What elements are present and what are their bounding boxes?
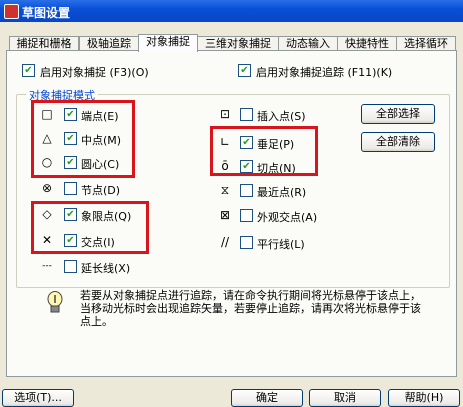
apparent-intersection-checkbox[interactable] [240, 209, 253, 222]
tab-strip: 捕捉和栅格 极轴追踪 对象捕捉 三维对象捕捉 动态输入 快捷特性 选择循环 [0, 28, 463, 52]
highlight-box-left-top [31, 100, 135, 178]
parallel-icon: // [220, 235, 230, 249]
ok-button[interactable]: 确定 [231, 389, 303, 407]
node-icon: ⊗ [41, 181, 53, 195]
title-bar: 草图设置 [0, 0, 463, 22]
tab-selection-cycling[interactable]: 选择循环 [396, 36, 456, 51]
tab-3d-object-snap[interactable]: 三维对象捕捉 [197, 36, 279, 51]
snap-on-checkbox[interactable]: ✔ [22, 64, 35, 77]
highlight-box-right [210, 126, 318, 176]
nearest-checkbox[interactable] [240, 184, 253, 197]
insertion-label: 插入点(S) [257, 110, 306, 123]
select-all-button[interactable]: 全部选择 [361, 104, 435, 124]
insertion-icon: ⊡ [219, 107, 231, 121]
extension-icon: --- [42, 261, 52, 271]
tracking-on-checkbox[interactable]: ✔ [238, 64, 251, 77]
tab-polar-tracking[interactable]: 极轴追踪 [79, 36, 139, 51]
parallel-label: 平行线(L) [257, 238, 305, 251]
cancel-button[interactable]: 取消 [309, 389, 381, 407]
tab-dynamic-input[interactable]: 动态输入 [278, 36, 338, 51]
node-label: 节点(D) [81, 184, 121, 197]
apparent-intersection-icon: ⊠ [219, 208, 231, 222]
nearest-icon: ⧖ [220, 183, 230, 197]
node-checkbox[interactable] [64, 182, 77, 195]
tab-object-snap[interactable]: 对象捕捉 [138, 34, 198, 52]
tab-snap-grid[interactable]: 捕捉和栅格 [9, 36, 79, 51]
lightbulb-icon [46, 291, 64, 315]
nearest-label: 最近点(R) [257, 186, 307, 199]
extension-checkbox[interactable] [64, 260, 77, 273]
insertion-checkbox[interactable] [240, 108, 253, 121]
snap-on-label: 启用对象捕捉 (F3)(O) [40, 66, 149, 79]
tab-quick-properties[interactable]: 快捷特性 [337, 36, 397, 51]
clear-all-button[interactable]: 全部清除 [361, 132, 435, 152]
app-icon [4, 4, 19, 19]
window-title: 草图设置 [22, 6, 71, 20]
help-button[interactable]: 帮助(H) [388, 389, 460, 407]
tracking-on-label: 启用对象捕捉追踪 (F11)(K) [256, 66, 393, 79]
parallel-checkbox[interactable] [240, 236, 253, 249]
extension-label: 延长线(X) [81, 262, 131, 275]
tracking-info-text: 若要从对象捕捉点进行追踪，请在命令执行期间将光标悬停于该点上，当移动光标时会出现… [80, 289, 421, 328]
options-button[interactable]: 选项(T)... [2, 389, 74, 407]
highlight-box-left-bottom [31, 201, 149, 254]
apparent-intersection-label: 外观交点(A) [257, 211, 318, 224]
